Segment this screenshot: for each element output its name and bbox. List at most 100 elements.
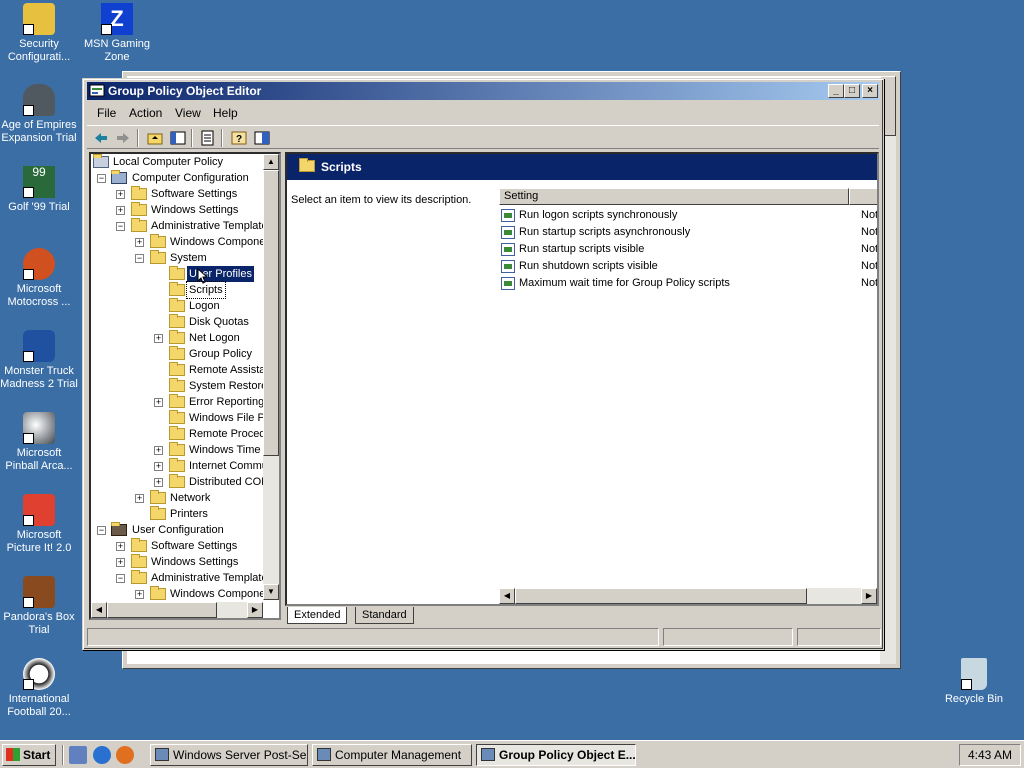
policy-setting-icon (501, 226, 515, 239)
settings-list[interactable]: Setting Run logon scripts synchronously … (499, 188, 877, 604)
collapse-icon[interactable]: − (116, 222, 125, 231)
help-icon[interactable]: ? (230, 129, 248, 147)
scroll-left-arrow-icon[interactable]: ◀ (499, 588, 515, 604)
tab-standard[interactable]: Standard (355, 607, 414, 624)
computer-management-icon (317, 748, 331, 761)
expand-icon[interactable]: + (154, 398, 163, 407)
tree-item-label: Remote Procedu (189, 428, 272, 440)
minimize-button[interactable]: _ (828, 84, 844, 98)
collapse-icon[interactable]: − (116, 574, 125, 583)
expand-icon[interactable]: + (116, 190, 125, 199)
setting-name: Run startup scripts visible (519, 243, 645, 255)
expand-icon[interactable]: + (116, 542, 125, 551)
close-button[interactable]: × (862, 84, 878, 98)
back-icon[interactable] (92, 129, 110, 147)
show-desktop-icon[interactable] (69, 746, 87, 764)
clock: 4:43 AM (967, 748, 1013, 762)
tab-extended[interactable]: Extended (287, 607, 348, 624)
folder-icon (169, 346, 185, 360)
list-item[interactable]: Run shutdown scripts visible Not (499, 258, 877, 275)
security-config-icon (23, 3, 55, 35)
console-tree-icon[interactable] (253, 129, 271, 147)
forward-icon[interactable] (114, 129, 132, 147)
golf-99-icon: 99 (23, 166, 55, 198)
folder-icon (169, 426, 185, 440)
column-header-state[interactable] (849, 188, 877, 205)
expand-icon[interactable]: + (154, 478, 163, 487)
toolbar-separator (137, 129, 139, 147)
setting-state: Not (861, 277, 879, 289)
policy-icon (93, 154, 109, 168)
firefox-icon[interactable] (116, 746, 134, 764)
expand-icon[interactable]: + (135, 494, 144, 503)
scroll-down-arrow-icon[interactable]: ▼ (263, 584, 279, 600)
desktop-icon-monster-truck[interactable]: Monster Truck Madness 2 Trial (0, 330, 78, 391)
list-item[interactable]: Run startup scripts asynchronously Not (499, 224, 877, 241)
pandoras-box-icon (23, 576, 55, 608)
desktop-icon-age-of-empires[interactable]: Age of Empires Expansion Trial (0, 84, 78, 145)
desktop-icon-security[interactable]: Security Configurati... (0, 3, 78, 64)
desktop-icon-pandoras-box[interactable]: Pandora's Box Trial (0, 576, 78, 637)
expand-icon[interactable]: + (116, 206, 125, 215)
expand-icon[interactable]: + (154, 462, 163, 471)
desktop-icon-msn-gaming[interactable]: Z MSN Gaming Zone (78, 3, 156, 64)
expand-icon[interactable]: + (154, 446, 163, 455)
system-tray-clock[interactable]: 4:43 AM (959, 744, 1021, 766)
list-item[interactable]: Maximum wait time for Group Policy scrip… (499, 275, 879, 292)
expand-icon[interactable]: + (116, 558, 125, 567)
menu-help[interactable]: Help (213, 106, 238, 120)
tree-item-label: System (170, 252, 207, 264)
console-tree[interactable]: Local Computer Policy − Computer Configu… (89, 152, 281, 620)
desktop-icon-pinball[interactable]: Microsoft Pinball Arca... (0, 412, 78, 473)
gpo-editor-icon (89, 83, 105, 99)
list-item[interactable]: Run startup scripts visible Not (499, 241, 879, 258)
menu-file[interactable]: File (97, 106, 116, 120)
desktop-icon-recycle-bin[interactable]: Recycle Bin (935, 658, 1013, 706)
setting-name: Maximum wait time for Group Policy scrip… (519, 277, 730, 289)
expand-icon[interactable]: + (135, 238, 144, 247)
scroll-up-arrow-icon[interactable]: ▲ (263, 154, 279, 170)
user-icon (111, 522, 127, 536)
expand-icon[interactable]: + (135, 590, 144, 599)
list-item[interactable]: Run logon scripts synchronously Not (499, 207, 877, 224)
menu-action[interactable]: Action (129, 106, 162, 120)
desktop-icon-golf[interactable]: 99 Golf '99 Trial (0, 166, 78, 214)
scrollbar-thumb[interactable] (515, 588, 807, 604)
collapse-icon[interactable]: − (97, 526, 106, 535)
export-list-icon[interactable] (199, 129, 217, 147)
show-hide-tree-icon[interactable] (169, 129, 187, 147)
menu-view[interactable]: View (175, 106, 201, 120)
tree-vertical-scrollbar[interactable]: ▲ ▼ (263, 154, 279, 600)
maximize-button[interactable]: □ (844, 84, 860, 98)
desktop-icon-football[interactable]: International Football 20... (0, 658, 78, 719)
taskbar-task[interactable]: Computer Management (312, 744, 472, 766)
description-text: Select an item to view its description. (291, 194, 472, 206)
tree-item-label: Net Logon (189, 332, 240, 344)
scroll-left-arrow-icon[interactable]: ◀ (91, 602, 107, 618)
scrollbar-thumb[interactable] (263, 170, 279, 456)
taskbar-task[interactable]: Windows Server Post-Se... (150, 744, 308, 766)
title-bar[interactable]: Group Policy Object Editor _ □ × (87, 82, 879, 100)
tree-horizontal-scrollbar[interactable]: ◀ ▶ (91, 602, 263, 618)
up-folder-icon[interactable] (146, 129, 164, 147)
desktop-icon-motocross[interactable]: Microsoft Motocross ... (0, 248, 78, 309)
start-button[interactable]: Start (2, 744, 56, 766)
folder-icon (169, 282, 185, 296)
collapse-icon[interactable]: − (135, 254, 144, 263)
list-horizontal-scrollbar[interactable]: ◀ ▶ (499, 588, 877, 604)
internet-explorer-icon[interactable] (93, 746, 111, 764)
details-header: Scripts (287, 154, 877, 180)
tree-item-label: Software Settings (151, 540, 238, 552)
folder-icon (169, 394, 185, 408)
expand-icon[interactable]: + (154, 334, 163, 343)
scrollbar-thumb[interactable] (107, 602, 217, 618)
setting-state: Not (861, 243, 879, 255)
collapse-icon[interactable]: − (97, 174, 106, 183)
scroll-right-arrow-icon[interactable]: ▶ (247, 602, 263, 618)
scroll-right-arrow-icon[interactable]: ▶ (861, 588, 877, 604)
taskbar-task-active[interactable]: Group Policy Object E... (476, 744, 636, 766)
folder-icon (169, 442, 185, 456)
desktop-icon-picture-it[interactable]: Microsoft Picture It! 2.0 (0, 494, 78, 555)
column-header-setting[interactable]: Setting (499, 188, 849, 205)
tree-item-label: Windows Settings (151, 556, 239, 568)
